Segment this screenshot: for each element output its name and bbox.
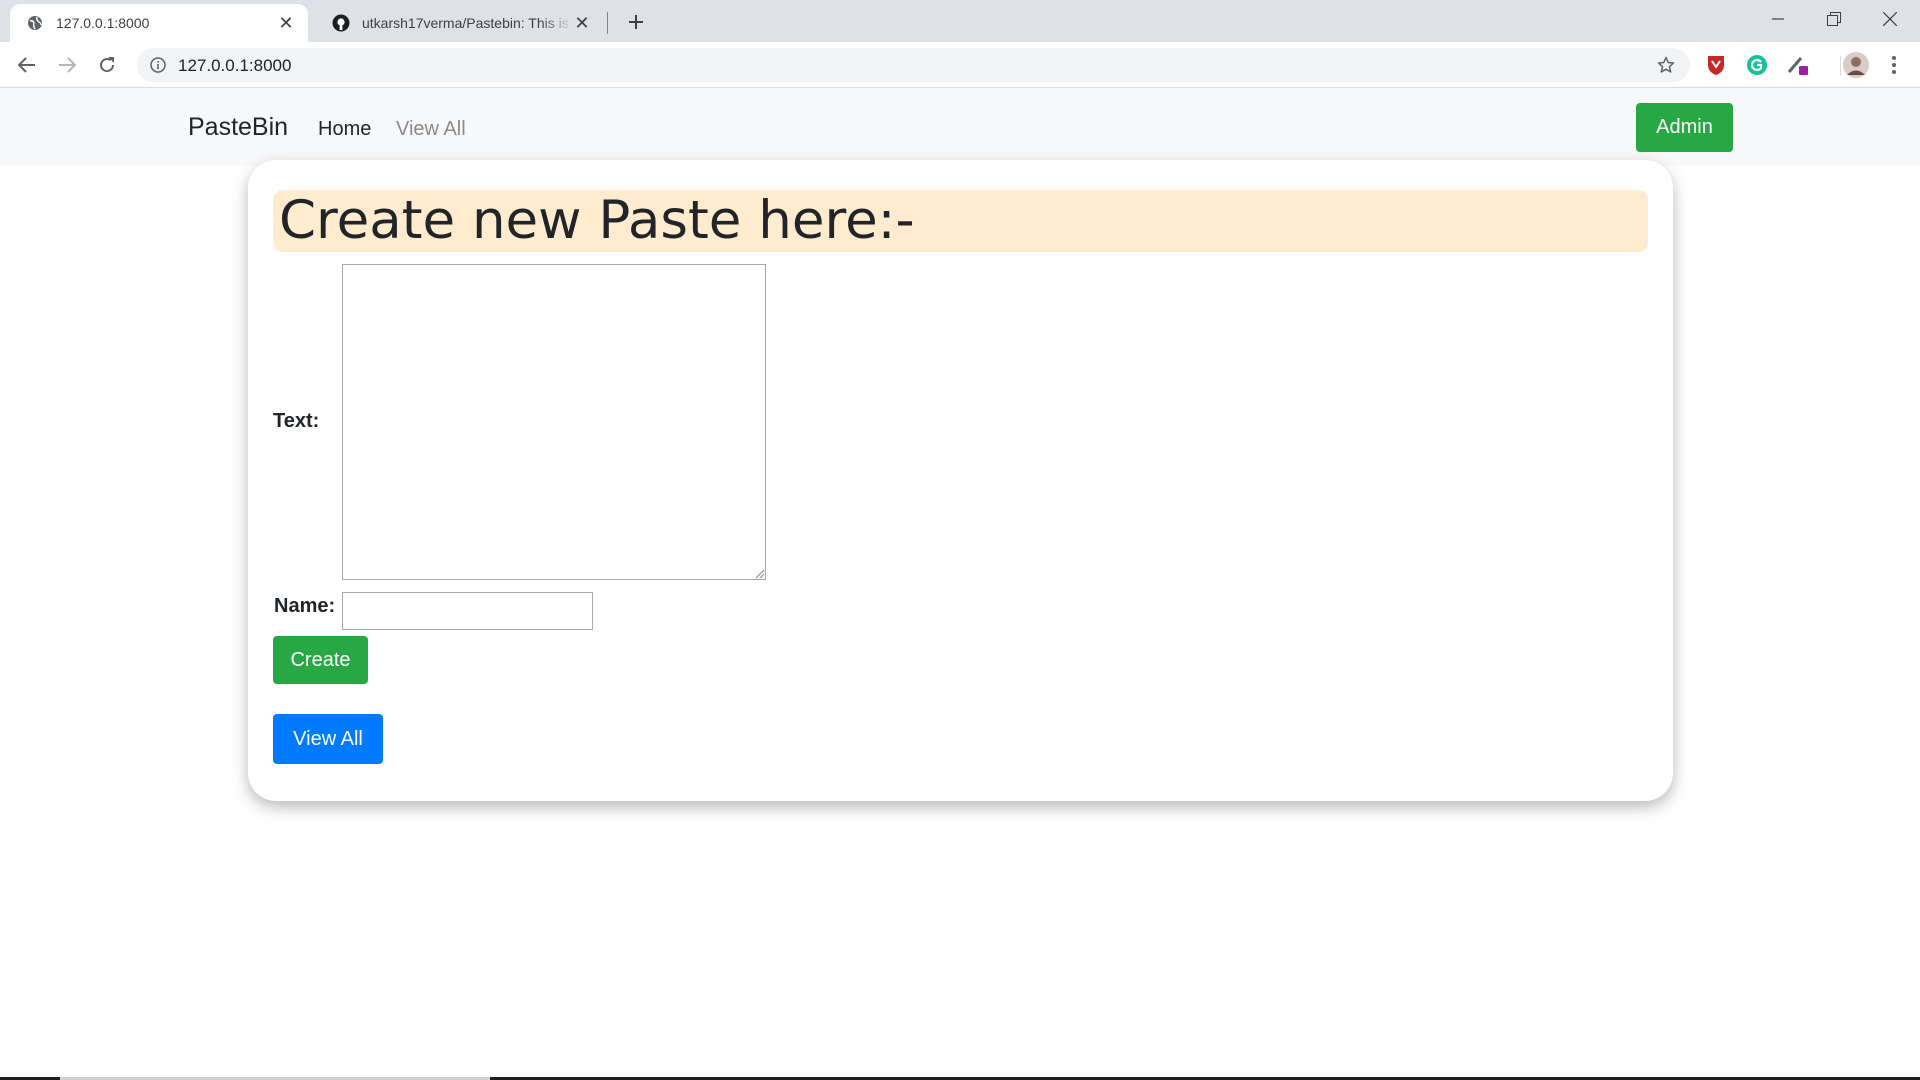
restore-button[interactable] <box>1806 0 1862 38</box>
browser-tab-strip: 127.0.0.1:8000 ✕ utkarsh17verma/Pastebin… <box>0 0 1920 42</box>
name-input[interactable] <box>342 592 593 630</box>
tab-title: 127.0.0.1:8000 <box>56 15 150 31</box>
create-button[interactable]: Create <box>273 636 368 684</box>
close-window-button[interactable] <box>1862 0 1918 38</box>
paste-text-area[interactable] <box>342 264 766 580</box>
nav-view-all-link[interactable]: View All <box>396 118 466 141</box>
tab-separator <box>607 12 608 34</box>
resize-handle-icon[interactable] <box>754 568 765 579</box>
close-icon <box>1883 12 1897 26</box>
extension-shield-icon[interactable] <box>1704 53 1728 77</box>
plus-icon <box>629 15 643 29</box>
globe-icon <box>26 14 44 32</box>
grammarly-icon[interactable] <box>1745 53 1769 77</box>
new-tab-button[interactable] <box>622 8 650 36</box>
bookmark-star-icon[interactable] <box>1656 55 1676 75</box>
text-label: Text: <box>273 410 320 432</box>
paste-form-card: Create new Paste here:- Text: Name: Crea… <box>248 160 1673 801</box>
page-title: Create new Paste here:- <box>279 190 915 251</box>
github-icon <box>332 14 350 32</box>
nav-home-link[interactable]: Home <box>318 118 371 141</box>
heading-banner: Create new Paste here:- <box>273 190 1648 252</box>
address-bar[interactable]: 127.0.0.1:8000 <box>137 48 1690 82</box>
reload-icon <box>100 57 115 73</box>
admin-button[interactable]: Admin <box>1636 103 1733 152</box>
profile-avatar[interactable] <box>1841 50 1871 80</box>
name-label: Name: <box>274 595 336 617</box>
back-arrow-icon <box>18 57 35 73</box>
tab-localhost[interactable]: 127.0.0.1:8000 ✕ <box>10 4 308 42</box>
minimize-button[interactable] <box>1750 0 1806 38</box>
info-icon[interactable] <box>149 56 167 74</box>
restore-icon <box>1827 12 1841 26</box>
tab-github[interactable]: utkarsh17verma/Pastebin: This is ✕ <box>316 4 604 42</box>
reload-button[interactable] <box>91 49 123 81</box>
browser-toolbar: 127.0.0.1:8000 <box>0 42 1920 88</box>
close-tab-icon[interactable]: ✕ <box>572 13 592 33</box>
menu-dots-icon[interactable] <box>1882 53 1906 77</box>
forward-button[interactable] <box>51 49 83 81</box>
back-button[interactable] <box>11 49 43 81</box>
brand-logo[interactable]: PasteBin <box>188 113 288 142</box>
minimize-icon <box>1772 18 1784 20</box>
navbar: PasteBin Home View All Admin <box>0 88 1920 166</box>
extension-puzzle-icon[interactable] <box>1786 53 1810 77</box>
close-tab-icon[interactable]: ✕ <box>276 13 296 33</box>
tab-title: utkarsh17verma/Pastebin: This is <box>362 15 569 31</box>
address-url[interactable]: 127.0.0.1:8000 <box>178 56 291 76</box>
forward-arrow-icon <box>59 57 76 73</box>
view-all-button[interactable]: View All <box>273 714 383 764</box>
